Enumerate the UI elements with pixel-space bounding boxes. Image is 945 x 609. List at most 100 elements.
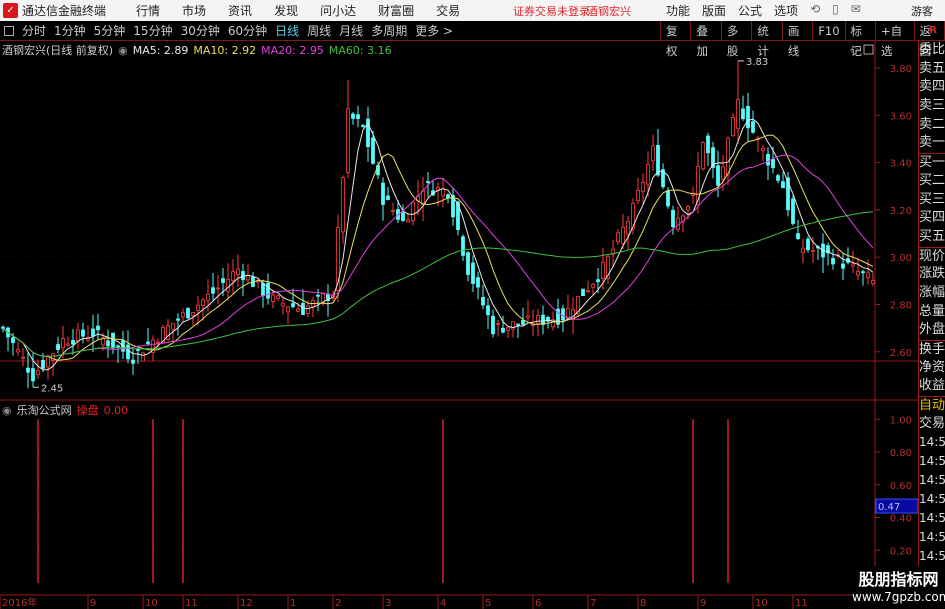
candle-body: [111, 332, 115, 349]
tool-stats[interactable]: 统计: [751, 21, 781, 58]
menu-formula[interactable]: 公式: [738, 2, 762, 19]
menu-discover[interactable]: 发现: [274, 2, 298, 19]
time-tick-label: 5: [485, 598, 491, 609]
candle-body: [41, 359, 45, 369]
candle-body: [736, 99, 740, 129]
watermark-url: www.7gpzb.com: [852, 590, 945, 604]
menu-options[interactable]: 选项: [774, 2, 798, 19]
candle-body: [591, 283, 595, 288]
settings-icon[interactable]: ◉: [118, 44, 128, 57]
mail-icon[interactable]: ✉: [851, 2, 861, 19]
title-bar: ✓ 通达信金融终端 行情 市场 资讯 发现 问小达 财富圈 交易 证券交易未登录…: [0, 0, 945, 21]
candle-body: [21, 356, 25, 359]
tool-multi-stock[interactable]: 多股: [720, 21, 751, 58]
quote-panel: 委比 卖五 卖四 卖三 卖二 卖一 买一 买二 买三 买四 买五 现价 涨跌 涨幅 总量 外盘 换手 净资 收益 自动…: [918, 41, 945, 609]
tool-draw[interactable]: 画线: [781, 21, 812, 58]
quote-label: 卖四: [919, 79, 945, 95]
candle-body: [356, 114, 360, 119]
login-notice[interactable]: 证券交易未登录: [513, 3, 590, 19]
period-more[interactable]: 更多 >: [415, 22, 453, 39]
candle-body: [601, 262, 605, 280]
tool-f10[interactable]: F10: [812, 21, 844, 41]
candle-body: [116, 345, 120, 348]
tool-adjust[interactable]: 复权: [660, 21, 690, 58]
kline-chart[interactable]: ◇ 3.80 3.60 3.40 3.20 3.00 2.80 2.60 1.00 0.80 0.6…: [0, 41, 918, 609]
candle-body: [871, 280, 875, 285]
indicator-var: 操盘: [76, 404, 99, 417]
candle-body: [61, 338, 65, 349]
tool-mark[interactable]: 标记: [844, 21, 875, 58]
candle-body: [706, 135, 710, 154]
menu-xiaoda[interactable]: 问小达: [320, 2, 356, 19]
candle-body: [81, 329, 85, 337]
candle-body: [741, 108, 745, 120]
candle-body: [491, 315, 495, 335]
low-label: 2.45: [41, 383, 63, 394]
candle-body: [636, 190, 640, 202]
time-tick-label: 8: [640, 598, 646, 609]
indicator-value: 0.00: [103, 403, 129, 417]
period-1min[interactable]: 1分钟: [54, 22, 86, 39]
user-label[interactable]: 游客: [911, 3, 933, 19]
candle-body: [141, 352, 145, 362]
menu-quotes[interactable]: 行情: [136, 2, 160, 19]
time-tick-label: 11: [795, 598, 808, 609]
candle-body: [221, 278, 225, 283]
candle-body: [861, 271, 865, 274]
quote-label: 卖五: [919, 60, 945, 76]
candle-body: [91, 328, 95, 337]
quote-label: 买五: [919, 228, 945, 244]
ma20-label: MA20: 2.95: [261, 43, 324, 57]
quote-label: 买四: [919, 210, 945, 226]
quote-label: 买一: [919, 153, 945, 171]
candle-body: [276, 295, 280, 299]
candle-body: [271, 294, 275, 302]
candle-body: [16, 349, 20, 353]
cursor-value: 0.47: [878, 502, 900, 513]
tool-add-watchlist[interactable]: +自选: [874, 21, 914, 58]
candle-body: [76, 329, 80, 342]
candle-body: [466, 252, 470, 275]
period-tick[interactable]: 分时: [22, 22, 46, 39]
menu-trade[interactable]: 交易: [436, 2, 460, 19]
period-multi[interactable]: 多周期: [371, 22, 407, 39]
period-daily[interactable]: 日线: [275, 22, 299, 39]
panel-tab[interactable]: 自动: [919, 396, 945, 415]
period-weekly[interactable]: 周线: [307, 22, 331, 39]
high-label: 3.83: [746, 57, 768, 68]
period-30min[interactable]: 30分钟: [181, 22, 220, 39]
candle-body: [516, 323, 520, 326]
candle-body: [596, 279, 600, 283]
period-5min[interactable]: 5分钟: [94, 22, 126, 39]
quote-label: 净资: [919, 359, 945, 375]
phone-icon[interactable]: ▯: [832, 2, 839, 19]
candle-body: [156, 341, 160, 344]
price-tick-label: 3.20: [890, 206, 912, 217]
time-tick-label: 12: [240, 598, 253, 609]
menu-function[interactable]: 功能: [666, 2, 690, 19]
indicator-tick-label: 1.00: [890, 415, 912, 426]
price-tick-label: 3.00: [890, 253, 912, 264]
period-monthly[interactable]: 月线: [339, 22, 363, 39]
candle-body: [561, 308, 565, 321]
period-15min[interactable]: 15分钟: [133, 22, 172, 39]
candle-body: [181, 312, 185, 318]
candle-body: [536, 315, 540, 324]
candle-body: [261, 283, 265, 296]
menu-market[interactable]: 市场: [182, 2, 206, 19]
candle-body: [26, 367, 30, 373]
menu-wealth[interactable]: 财富圈: [378, 2, 414, 19]
settings-icon[interactable]: ◉: [2, 404, 12, 417]
watermark: 股朋指标网 www.7gpzb.com: [852, 566, 945, 609]
candle-body: [716, 165, 720, 186]
candle-body: [136, 349, 140, 351]
menu-layout[interactable]: 版面: [702, 2, 726, 19]
candle-body: [651, 145, 655, 162]
period-60min[interactable]: 60分钟: [228, 22, 267, 39]
tool-overlay[interactable]: 叠加: [690, 21, 720, 58]
refresh-icon[interactable]: ⟲: [810, 2, 820, 19]
quote-label: 涨跌: [919, 266, 945, 282]
panel-tab[interactable]: 交易: [919, 415, 945, 434]
panel-toggle-icon[interactable]: [4, 25, 14, 36]
menu-news[interactable]: 资讯: [228, 2, 252, 19]
